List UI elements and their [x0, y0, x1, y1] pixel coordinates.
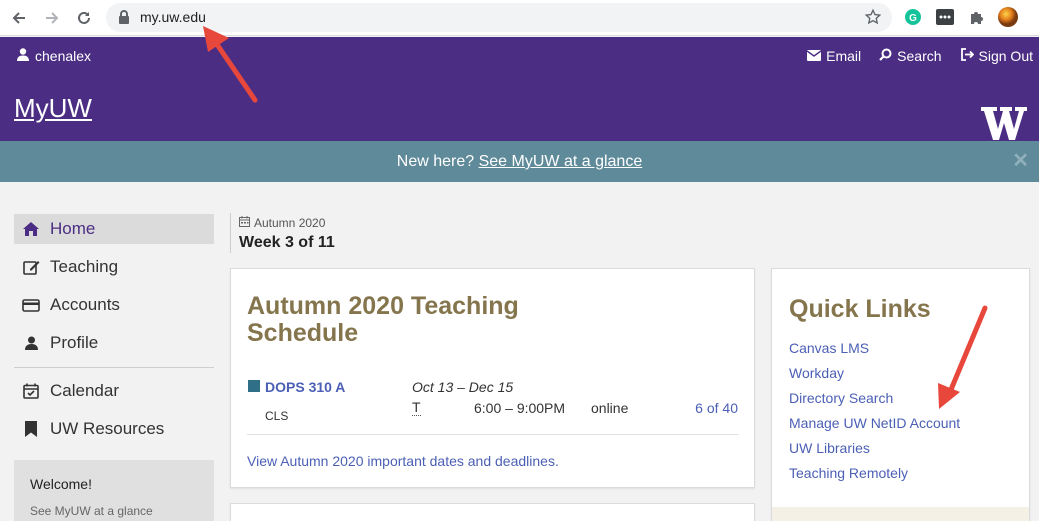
forward-arrow-icon[interactable] — [41, 7, 63, 29]
sidebar-item-label: Home — [50, 219, 96, 238]
sign-out-link[interactable]: Sign Out — [960, 48, 1033, 64]
envelope-icon — [806, 48, 822, 64]
search-label: Search — [897, 48, 942, 64]
sidebar-item-label: Accounts — [50, 295, 120, 314]
welcome-panel: Welcome! See MyUW at a glance — [14, 460, 214, 521]
uw-logo[interactable] — [981, 107, 1027, 145]
card-title: Autumn 2020 Teaching Schedule — [247, 292, 519, 347]
divider — [247, 434, 739, 435]
quick-links-card: Quick Links Canvas LMS Workday Directory… — [771, 268, 1030, 521]
calendar-check-icon — [22, 383, 40, 399]
quick-link-teaching-remotely[interactable]: Teaching Remotely — [789, 465, 960, 490]
username: chenalex — [35, 48, 92, 64]
sidebar-item-calendar[interactable]: Calendar — [14, 376, 214, 406]
sidebar-divider — [14, 367, 214, 368]
user-icon — [22, 336, 40, 350]
svg-text:G: G — [909, 13, 917, 24]
term-week: Week 3 of 11 — [239, 234, 335, 251]
sidebar-item-label: Teaching — [50, 257, 119, 276]
url-text[interactable]: my.uw.edu — [140, 9, 206, 25]
banner-text: New here? — [396, 153, 479, 170]
bookmark-star-icon[interactable] — [864, 8, 882, 31]
next-card — [230, 503, 755, 521]
term-info: Autumn 2020 Week 3 of 11 — [230, 213, 335, 253]
email-link[interactable]: Email — [806, 48, 862, 64]
sign-out-label: Sign Out — [978, 48, 1033, 64]
back-arrow-icon[interactable] — [8, 7, 30, 29]
sidebar-item-uw-resources[interactable]: UW Resources — [14, 414, 214, 444]
sign-out-icon — [960, 48, 974, 64]
important-dates-link[interactable]: View Autumn 2020 important dates and dea… — [247, 453, 559, 469]
email-label: Email — [826, 48, 862, 64]
quick-link-canvas[interactable]: Canvas LMS — [789, 340, 960, 365]
site-header: MyUW — [0, 75, 1039, 141]
sidebar-item-label: UW Resources — [50, 419, 165, 438]
quick-link-workday[interactable]: Workday — [789, 365, 960, 390]
puzzle-extensions-icon[interactable] — [966, 6, 988, 28]
banner-close-button[interactable]: ✕ — [1012, 141, 1029, 182]
welcome-title: Welcome! — [30, 476, 92, 492]
sidebar-item-home[interactable]: Home — [14, 214, 214, 244]
course-day: T — [412, 399, 421, 416]
course-location: online — [591, 400, 629, 416]
credit-card-icon — [22, 298, 40, 312]
browser-toolbar: my.uw.edu G — [0, 0, 1039, 36]
course-time: 6:00 – 9:00PM — [474, 400, 566, 416]
bookmark-icon — [22, 421, 40, 437]
calendar-icon — [239, 216, 250, 230]
myuw-home-link[interactable]: MyUW — [14, 93, 92, 124]
top-bar: chenalex Email Search Sign Out — [0, 37, 1039, 75]
welcome-link[interactable]: See MyUW at a glance — [30, 504, 198, 518]
quick-links-footer — [772, 507, 1029, 521]
sidebar-item-accounts[interactable]: Accounts — [14, 290, 214, 320]
user-icon — [17, 48, 29, 64]
term-quarter: Autumn 2020 — [254, 216, 326, 230]
sidebar-item-profile[interactable]: Profile — [14, 328, 214, 358]
sidebar-item-label: Profile — [50, 333, 99, 352]
grammarly-extension-icon[interactable]: G — [902, 6, 924, 28]
course-enrollment-link[interactable]: 6 of 40 — [695, 400, 738, 416]
sidebar-item-teaching[interactable]: Teaching — [14, 252, 214, 282]
home-icon — [22, 222, 40, 236]
user-menu[interactable]: chenalex — [17, 48, 91, 64]
quick-link-uw-libraries[interactable]: UW Libraries — [789, 440, 960, 465]
quick-link-manage-netid[interactable]: Manage UW NetID Account — [789, 415, 960, 440]
extension-icon[interactable] — [934, 6, 956, 28]
lock-icon[interactable] — [118, 10, 130, 29]
edit-icon — [22, 259, 40, 275]
quick-links-list: Canvas LMS Workday Directory Search Mana… — [789, 340, 960, 490]
quick-link-directory-search[interactable]: Directory Search — [789, 390, 960, 415]
search-icon — [879, 48, 892, 64]
address-bar[interactable]: my.uw.edu — [106, 3, 892, 32]
search-link[interactable]: Search — [879, 48, 942, 64]
reload-icon[interactable] — [73, 7, 95, 29]
sidebar-item-label: Calendar — [50, 381, 119, 400]
profile-avatar-icon[interactable] — [997, 6, 1019, 28]
course-type: CLS — [265, 409, 289, 423]
teaching-schedule-card: Autumn 2020 Teaching Schedule DOPS 310 A… — [230, 268, 755, 488]
course-color-swatch — [248, 380, 260, 392]
course-code-link[interactable]: DOPS 310 A — [265, 379, 345, 395]
card-title: Quick Links — [789, 295, 931, 323]
welcome-banner: New here? See MyUW at a glance ✕ — [0, 141, 1039, 182]
course-dates: Oct 13 – Dec 15 — [412, 379, 514, 395]
banner-link[interactable]: See MyUW at a glance — [479, 153, 643, 170]
